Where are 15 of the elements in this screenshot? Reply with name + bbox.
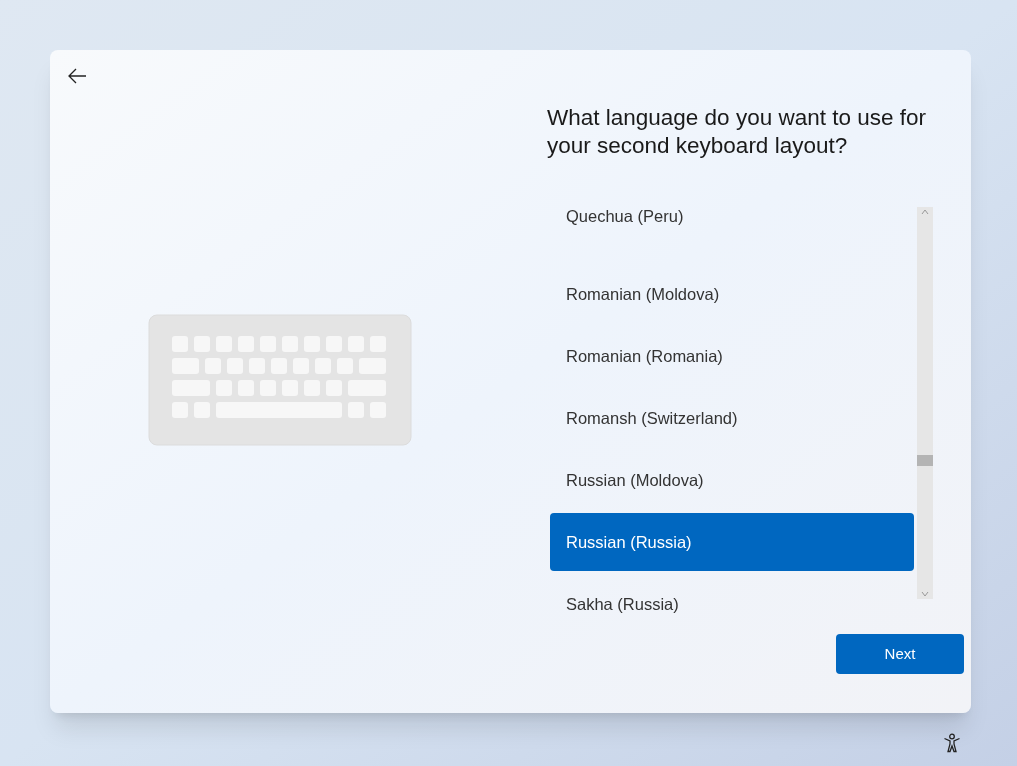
language-option[interactable]: Sakha (Russia) bbox=[550, 575, 914, 633]
accessibility-icon[interactable] bbox=[943, 733, 961, 753]
language-option[interactable]: Russian (Russia) bbox=[550, 513, 914, 571]
back-arrow-icon bbox=[67, 68, 87, 84]
scroll-up-icon[interactable] bbox=[921, 209, 929, 215]
language-option[interactable]: Quechua (Peru) bbox=[550, 205, 914, 227]
language-option[interactable]: Romanian (Romania) bbox=[550, 327, 914, 385]
scrollbar-thumb[interactable] bbox=[917, 455, 933, 466]
page-heading: What language do you want to use for your second keyboard layout? bbox=[547, 104, 927, 160]
scroll-down-icon[interactable] bbox=[921, 591, 929, 597]
language-option[interactable]: Romanian (Moldova) bbox=[550, 265, 914, 323]
language-option[interactable]: Romansh (Switzerland) bbox=[550, 389, 914, 447]
next-button[interactable]: Next bbox=[836, 634, 964, 674]
language-option[interactable]: Russian (Moldova) bbox=[550, 451, 914, 509]
scrollbar[interactable] bbox=[917, 207, 933, 599]
